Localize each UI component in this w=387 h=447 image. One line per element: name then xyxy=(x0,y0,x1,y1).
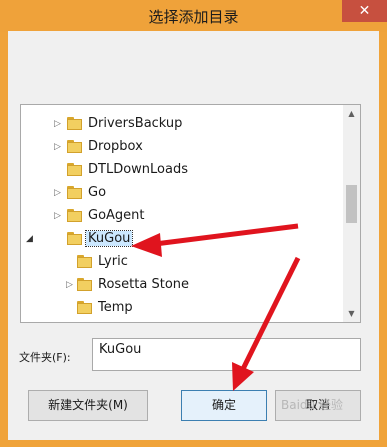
tree-item-label: Lyric xyxy=(98,254,128,269)
tree-item-label: Temp xyxy=(98,300,133,315)
new-folder-button[interactable]: 新建文件夹(M) xyxy=(28,390,148,421)
collapse-icon[interactable]: ◢ xyxy=(26,233,36,245)
folder-icon xyxy=(67,186,82,199)
dialog-window: 选择添加目录 ✕ ▷ DriversBackup ▷ Dropbox DTLDo… xyxy=(0,0,387,447)
tree-item-label: KuGou xyxy=(84,230,134,247)
tree-item-driversbackup[interactable]: ▷ DriversBackup xyxy=(21,114,341,136)
folder-icon xyxy=(77,301,92,314)
expand-icon[interactable]: ▷ xyxy=(54,210,64,222)
folder-icon xyxy=(67,163,82,176)
scroll-down-icon[interactable]: ▼ xyxy=(343,305,360,322)
folder-tree[interactable]: ▷ DriversBackup ▷ Dropbox DTLDownLoads ▷… xyxy=(20,104,361,323)
expand-icon[interactable]: ▷ xyxy=(54,118,64,130)
tree-item-label: Rosetta Stone xyxy=(98,277,190,292)
folder-icon xyxy=(67,232,82,245)
folder-name-input[interactable]: KuGou xyxy=(92,338,361,371)
folder-icon xyxy=(67,209,82,222)
folder-icon xyxy=(77,255,92,268)
watermark: Baidu 经验 xyxy=(281,398,343,412)
tree-item-lyric[interactable]: Lyric xyxy=(21,252,341,274)
tree-item-dropbox[interactable]: ▷ Dropbox xyxy=(21,137,341,159)
close-icon: ✕ xyxy=(358,3,371,19)
tree-item-kugou[interactable]: ◢ KuGou xyxy=(21,229,341,251)
tree-item-rosetta-stone[interactable]: ▷ Rosetta Stone xyxy=(21,275,341,297)
window-title: 选择添加目录 xyxy=(148,8,239,26)
tree-item-label: Go xyxy=(88,185,107,200)
expand-icon[interactable]: ▷ xyxy=(66,279,76,291)
folder-icon xyxy=(67,140,82,153)
vertical-scrollbar[interactable]: ▲ ▼ xyxy=(343,105,360,322)
expand-icon[interactable]: ▷ xyxy=(54,141,64,153)
tree-item-goagent[interactable]: ▷ GoAgent xyxy=(21,206,341,228)
ok-button[interactable]: 确定 xyxy=(181,390,267,421)
tree-item-label: GoAgent xyxy=(88,208,145,223)
scroll-thumb[interactable] xyxy=(346,185,357,223)
tree-item-label: Dropbox xyxy=(88,139,143,154)
tree-item-go[interactable]: ▷ Go xyxy=(21,183,341,205)
folder-icon xyxy=(77,278,92,291)
tree-item-label: DriversBackup xyxy=(88,116,183,131)
tree-item-label: DTLDownLoads xyxy=(88,162,188,177)
tree-item-dtldownloads[interactable]: DTLDownLoads xyxy=(21,160,341,182)
tree-item-temp[interactable]: Temp xyxy=(21,298,341,320)
title-bar[interactable]: 选择添加目录 ✕ xyxy=(0,0,387,32)
close-button[interactable]: ✕ xyxy=(342,0,387,22)
folder-icon xyxy=(67,117,82,130)
expand-icon[interactable]: ▷ xyxy=(54,187,64,199)
scroll-up-icon[interactable]: ▲ xyxy=(343,105,360,122)
folder-field-label: 文件夹(F): xyxy=(19,351,71,364)
